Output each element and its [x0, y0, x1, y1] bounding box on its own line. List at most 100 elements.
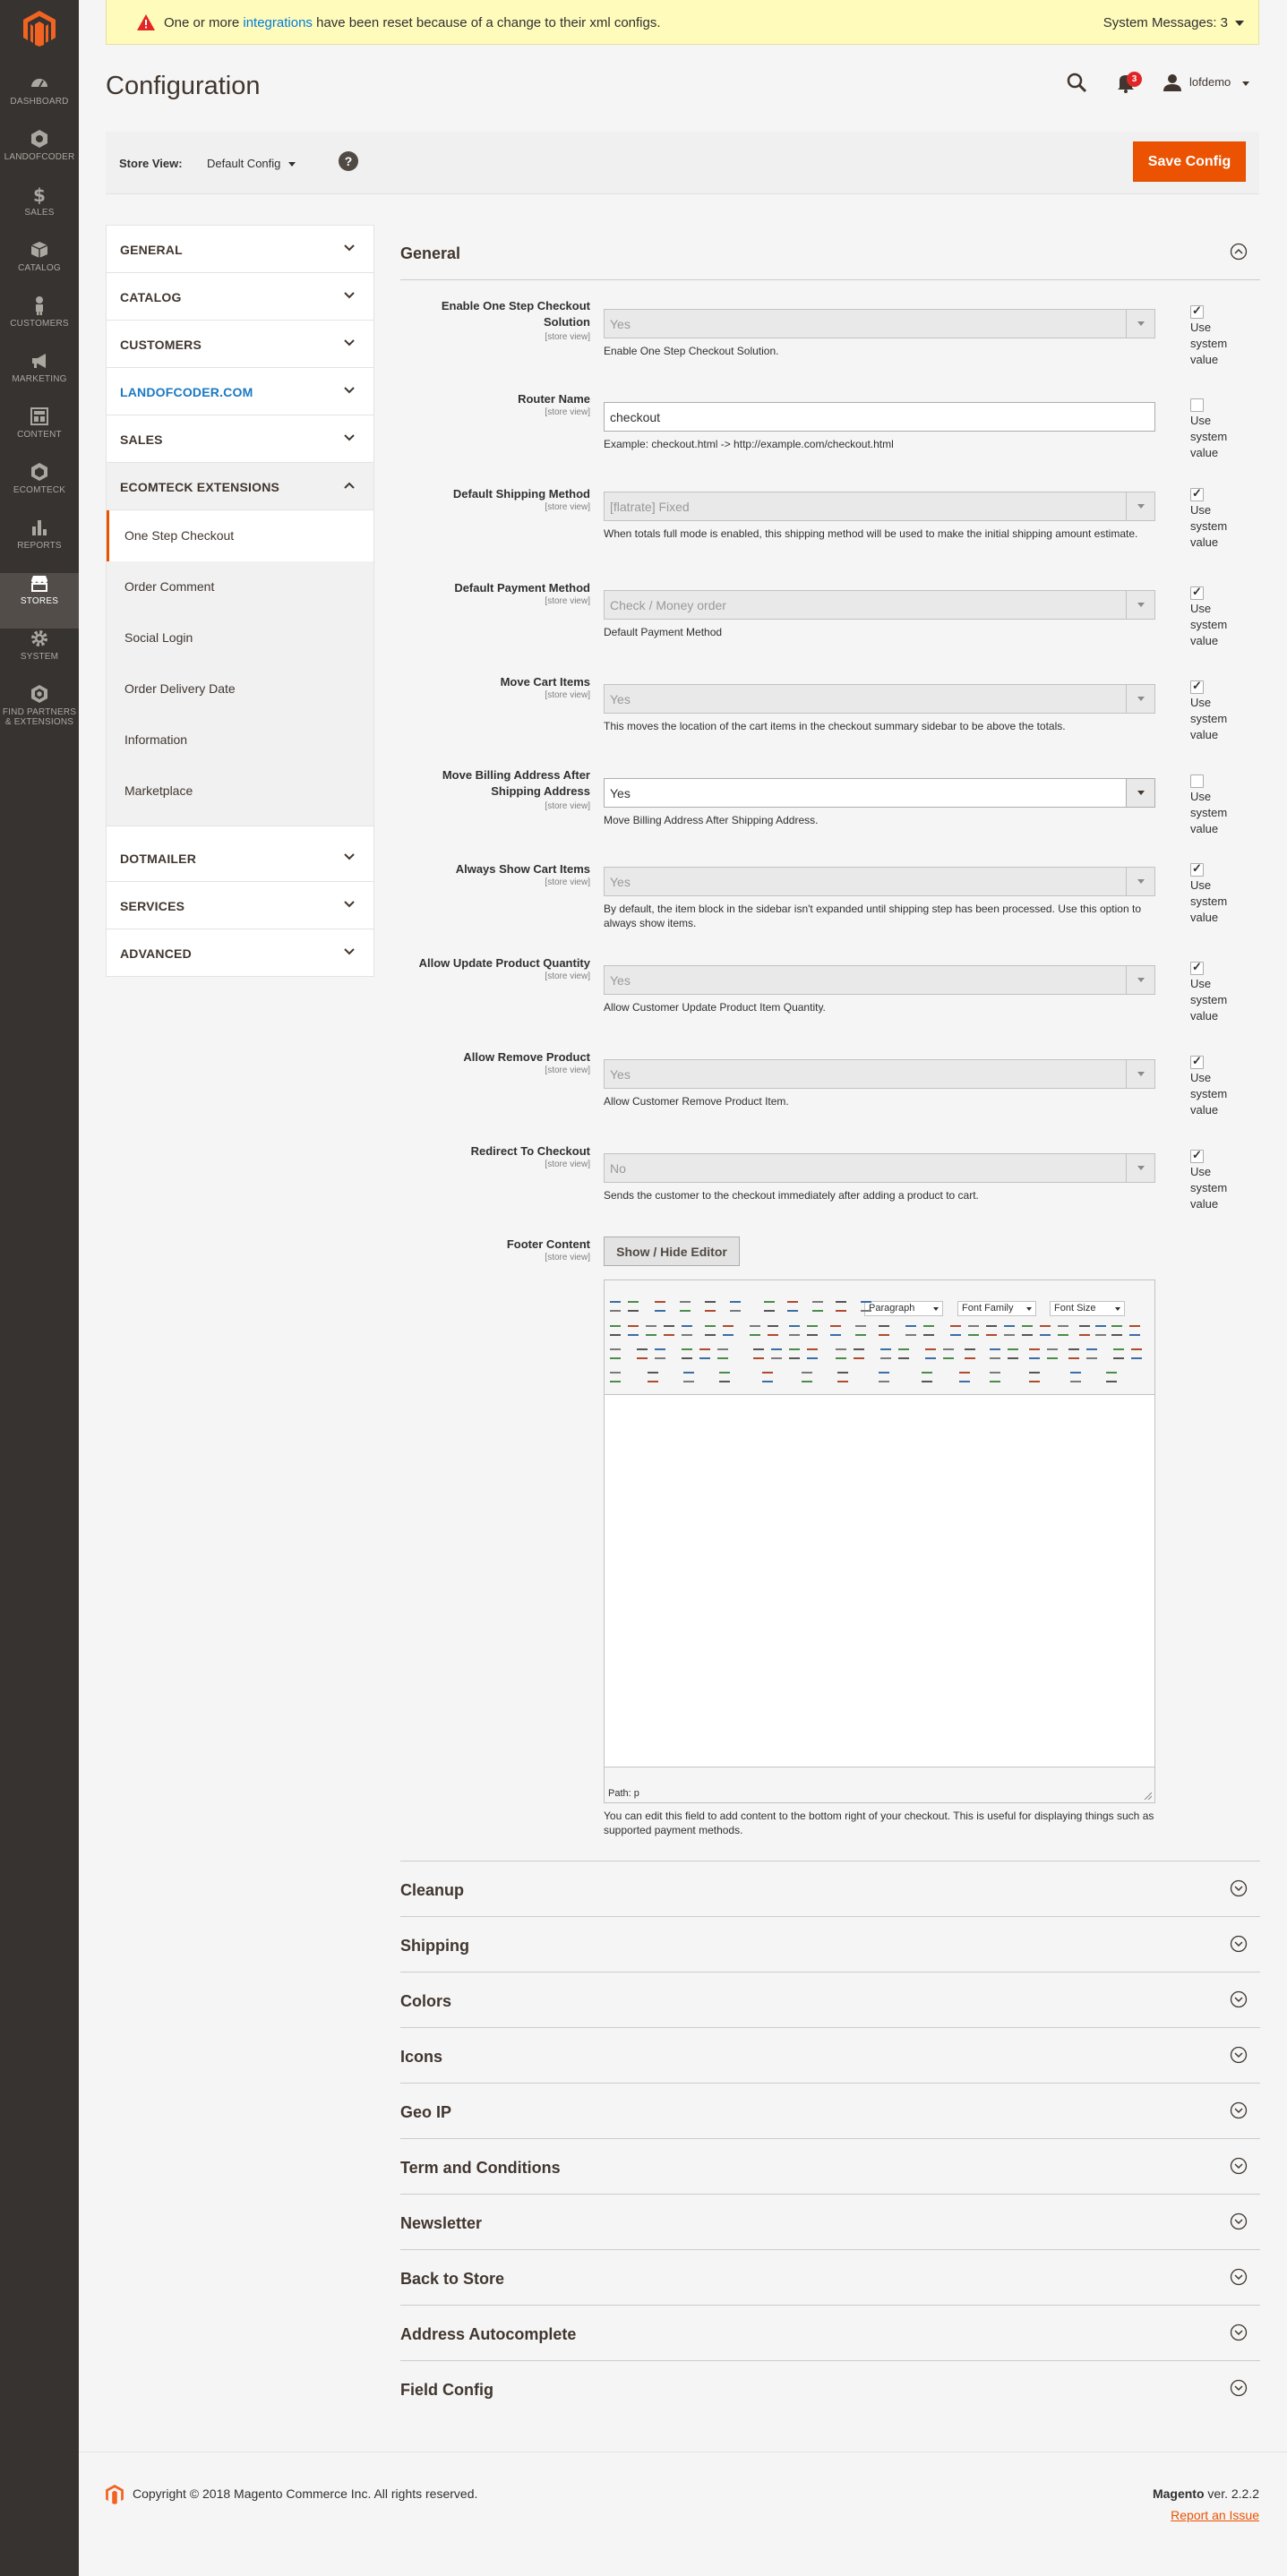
- editor-toolbar-button-icon[interactable]: [1068, 1348, 1079, 1359]
- editor-toolbar-button-icon[interactable]: [655, 1348, 665, 1359]
- editor-toolbar-button-icon[interactable]: [986, 1325, 997, 1336]
- editor-toolbar-button-icon[interactable]: [861, 1301, 871, 1312]
- editor-toolbar-button-icon[interactable]: [787, 1301, 798, 1312]
- use-system-value-label[interactable]: Use system value: [1190, 789, 1244, 837]
- nav-dashboard[interactable]: DASHBOARD: [0, 73, 79, 129]
- editor-toolbar-button-icon[interactable]: [1040, 1325, 1051, 1336]
- search-icon[interactable]: [1066, 72, 1087, 93]
- editor-toolbar-button-icon[interactable]: [1113, 1348, 1124, 1359]
- editor-toolbar-button-icon[interactable]: [959, 1372, 970, 1382]
- editor-toolbar-button-icon[interactable]: [968, 1325, 979, 1336]
- nav-marketing[interactable]: MARKETING: [0, 351, 79, 407]
- allow-remove-product-select[interactable]: Yes: [604, 1059, 1155, 1089]
- nav-sales[interactable]: $ SALES: [0, 184, 79, 240]
- editor-toolbar-button-icon[interactable]: [1047, 1348, 1058, 1359]
- editor-toolbar-button-icon[interactable]: [762, 1372, 773, 1382]
- editor-toolbar-button-icon[interactable]: [753, 1348, 764, 1359]
- tab-sales[interactable]: SALES: [107, 415, 373, 463]
- editor-toolbar-button-icon[interactable]: [854, 1348, 864, 1359]
- editor-toolbar-button-icon[interactable]: [1029, 1348, 1040, 1359]
- always-show-cart-items-select[interactable]: Yes: [604, 867, 1155, 896]
- section-header-term-and-conditions[interactable]: Term and Conditions: [400, 2138, 1260, 2194]
- editor-toolbar-button-icon[interactable]: [610, 1301, 621, 1312]
- editor-toolbar-button-icon[interactable]: [764, 1301, 775, 1312]
- use-system-value-checkbox[interactable]: [1190, 679, 1204, 694]
- editor-toolbar-button-icon[interactable]: [802, 1372, 812, 1382]
- editor-toolbar-button-icon[interactable]: [771, 1348, 782, 1359]
- editor-toolbar-button-icon[interactable]: [723, 1325, 734, 1336]
- use-system-value-label[interactable]: Use system value: [1190, 413, 1244, 461]
- editor-toolbar-button-icon[interactable]: [1070, 1372, 1081, 1382]
- use-system-value-label[interactable]: Use system value: [1190, 601, 1244, 649]
- subtab-one-step-checkout[interactable]: One Step Checkout: [107, 510, 373, 561]
- editor-toolbar-button-icon[interactable]: [730, 1301, 741, 1312]
- show-hide-editor-button[interactable]: Show / Hide Editor: [604, 1237, 740, 1266]
- editor-toolbar-button-icon[interactable]: [922, 1372, 932, 1382]
- editor-toolbar-button-icon[interactable]: [898, 1348, 909, 1359]
- use-system-value-label[interactable]: Use system value: [1190, 1070, 1244, 1118]
- editor-toolbar-button-icon[interactable]: [830, 1325, 841, 1336]
- editor-toolbar-button-icon[interactable]: [637, 1348, 648, 1359]
- move-cart-items-select[interactable]: Yes: [604, 684, 1155, 714]
- magento-logo-icon[interactable]: [23, 11, 56, 47]
- editor-toolbar-button-icon[interactable]: [683, 1372, 694, 1382]
- tab-services[interactable]: SERVICES: [107, 882, 373, 929]
- editor-toolbar-button-icon[interactable]: [628, 1325, 639, 1336]
- use-system-value-checkbox[interactable]: [1190, 960, 1204, 975]
- subtab-marketplace[interactable]: Marketplace: [107, 766, 373, 826]
- use-system-value-label[interactable]: Use system value: [1190, 502, 1244, 551]
- editor-toolbar-button-icon[interactable]: [705, 1325, 716, 1336]
- subtab-order-delivery-date[interactable]: Order Delivery Date: [107, 663, 373, 715]
- enable-one-step-checkout-select[interactable]: Yes: [604, 309, 1155, 338]
- tab-dotmailer[interactable]: DOTMAILER: [107, 834, 373, 882]
- use-system-value-checkbox[interactable]: [1190, 1148, 1204, 1163]
- chevron-down-icon[interactable]: [288, 162, 296, 167]
- editor-toolbar-button-icon[interactable]: [1106, 1372, 1117, 1382]
- nav-stores[interactable]: STORES: [0, 573, 79, 629]
- editor-toolbar-button-icon[interactable]: [943, 1348, 954, 1359]
- system-messages-toggle[interactable]: System Messages: 3: [1103, 15, 1244, 30]
- section-general-header[interactable]: General: [400, 225, 1260, 280]
- nav-customers[interactable]: CUSTOMERS: [0, 295, 79, 351]
- section-header-cleanup[interactable]: Cleanup: [400, 1861, 1260, 1916]
- nav-content[interactable]: CONTENT: [0, 407, 79, 462]
- tab-ecomteck-extensions[interactable]: ECOMTECK EXTENSIONS: [107, 463, 373, 510]
- use-system-value-checkbox[interactable]: [1190, 585, 1204, 600]
- nav-system[interactable]: SYSTEM: [0, 629, 79, 684]
- editor-toolbar-button-icon[interactable]: [879, 1325, 889, 1336]
- editor-toolbar-button-icon[interactable]: [655, 1301, 665, 1312]
- section-header-shipping[interactable]: Shipping: [400, 1916, 1260, 1972]
- editor-toolbar-button-icon[interactable]: [1129, 1325, 1140, 1336]
- nav-reports[interactable]: REPORTS: [0, 518, 79, 573]
- editor-toolbar-button-icon[interactable]: [699, 1348, 710, 1359]
- section-header-geo-ip[interactable]: Geo IP: [400, 2083, 1260, 2138]
- use-system-value-label[interactable]: Use system value: [1190, 695, 1244, 743]
- format-select[interactable]: Paragraph: [864, 1301, 943, 1316]
- editor-toolbar-button-icon[interactable]: [1029, 1372, 1040, 1382]
- editor-toolbar-button-icon[interactable]: [682, 1348, 692, 1359]
- editor-toolbar-button-icon[interactable]: [680, 1301, 691, 1312]
- editor-toolbar-button-icon[interactable]: [646, 1325, 656, 1336]
- use-system-value-checkbox[interactable]: [1190, 1054, 1204, 1069]
- editor-toolbar-button-icon[interactable]: [610, 1372, 621, 1382]
- use-system-value-checkbox[interactable]: [1190, 486, 1204, 501]
- editor-toolbar-button-icon[interactable]: [750, 1325, 760, 1336]
- nav-landofcoder[interactable]: LANDOFCODER: [0, 129, 79, 184]
- editor-toolbar-button-icon[interactable]: [664, 1325, 674, 1336]
- default-payment-method-select[interactable]: Check / Money order: [604, 590, 1155, 620]
- editor-toolbar-button-icon[interactable]: [1004, 1325, 1015, 1336]
- font-family-select[interactable]: Font Family: [957, 1301, 1036, 1316]
- editor-toolbar-button-icon[interactable]: [768, 1325, 778, 1336]
- allow-update-product-quantity-select[interactable]: Yes: [604, 965, 1155, 995]
- subtab-information[interactable]: Information: [107, 715, 373, 766]
- subtab-social-login[interactable]: Social Login: [107, 612, 373, 663]
- editor-toolbar-button-icon[interactable]: [836, 1348, 846, 1359]
- editor-toolbar-button-icon[interactable]: [837, 1372, 848, 1382]
- notification-badge[interactable]: 3: [1127, 72, 1142, 87]
- store-view-switcher[interactable]: Default Config: [207, 157, 280, 170]
- nav-catalog[interactable]: CATALOG: [0, 240, 79, 295]
- editor-toolbar-button-icon[interactable]: [1086, 1348, 1097, 1359]
- section-header-newsletter[interactable]: Newsletter: [400, 2194, 1260, 2249]
- admin-username[interactable]: lofdemo: [1189, 75, 1231, 89]
- section-header-address-autocomplete[interactable]: Address Autocomplete: [400, 2305, 1260, 2360]
